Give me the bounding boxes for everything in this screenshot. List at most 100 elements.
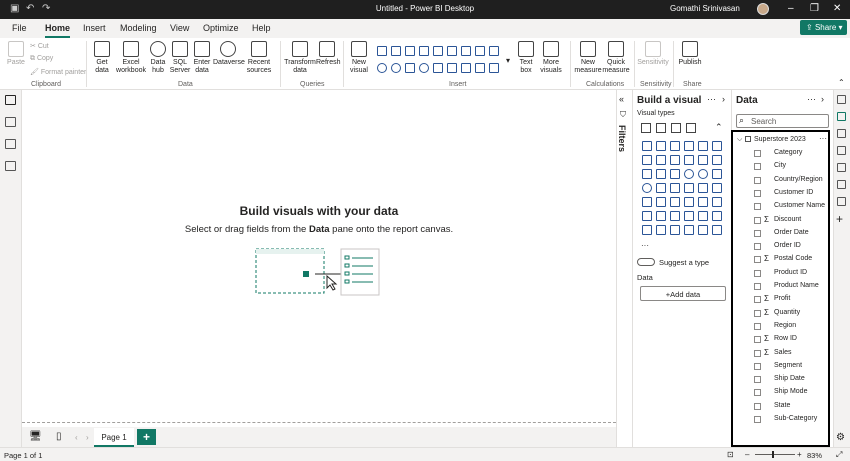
build-pane-icon[interactable] [837, 112, 846, 121]
paginated-icon[interactable] [642, 225, 652, 235]
clustered-column-icon[interactable] [684, 141, 694, 151]
waterfall-icon[interactable] [642, 169, 652, 179]
menu-insert[interactable]: Insert [83, 23, 106, 33]
line-column-icon[interactable] [684, 155, 694, 165]
power-automate-icon[interactable] [670, 225, 680, 235]
funnel-icon[interactable] [656, 169, 666, 179]
suggest-toggle[interactable] [637, 258, 655, 266]
line-chart-icon[interactable] [447, 46, 457, 56]
bookmarks-icon[interactable] [837, 163, 846, 172]
field-checkbox[interactable] [754, 256, 761, 264]
new-visual-button[interactable]: New visual [348, 41, 370, 75]
key-influencers-icon[interactable] [656, 211, 666, 221]
table-superstore-2023[interactable]: Superstore 2023 [754, 136, 806, 143]
table-visual-icon[interactable] [475, 63, 485, 73]
field-item[interactable]: Product Name [754, 281, 830, 294]
model-view-icon[interactable] [5, 139, 16, 149]
format-painter-button[interactable]: 🖌 Format painter [30, 68, 86, 76]
cut-button[interactable]: ✂ Cut [30, 42, 49, 50]
field-checkbox[interactable] [754, 296, 761, 304]
field-checkbox[interactable] [754, 176, 761, 184]
field-item[interactable]: Order ID [754, 241, 830, 254]
field-item[interactable]: Customer Name [754, 201, 830, 214]
more-types-icon[interactable] [712, 225, 722, 235]
recent-sources-button[interactable]: Recent sources [245, 41, 273, 75]
selection-icon[interactable] [837, 180, 846, 189]
field-checkbox[interactable] [754, 189, 761, 197]
zoom-in-icon[interactable]: + [797, 450, 802, 459]
menu-modeling[interactable]: Modeling [120, 23, 157, 33]
map-icon[interactable] [419, 63, 429, 73]
field-checkbox[interactable] [754, 283, 761, 290]
map-icon[interactable] [642, 183, 652, 193]
clustered-bar-icon[interactable] [670, 141, 680, 151]
expand-filters-icon[interactable]: « [619, 94, 624, 104]
field-item[interactable]: Σ Profit [754, 294, 830, 307]
python-visual-icon[interactable] [642, 211, 652, 221]
table-more-icon[interactable]: ··· [819, 134, 827, 143]
field-checkbox[interactable] [754, 362, 761, 370]
field-checkbox[interactable] [754, 322, 761, 330]
field-checkbox[interactable] [754, 163, 761, 171]
pie-chart-icon[interactable] [684, 169, 694, 179]
settings-icon[interactable]: ⚙ [836, 432, 845, 443]
collapse-ribbon-icon[interactable]: ⌃ [838, 78, 845, 87]
field-checkbox[interactable] [754, 376, 761, 384]
waterfall-icon[interactable] [489, 46, 499, 56]
ribbon-chart-icon[interactable] [475, 46, 485, 56]
field-checkbox[interactable] [754, 416, 761, 423]
field-item[interactable]: Sub-Category [754, 414, 830, 427]
treemap-icon[interactable] [712, 169, 722, 179]
add-data-button[interactable]: +Add data [640, 286, 726, 301]
paste-button[interactable]: Paste [6, 41, 26, 67]
mobile-layout-icon[interactable]: ▯ [56, 431, 62, 442]
clustered-bar-icon[interactable] [405, 46, 415, 56]
field-item[interactable]: Ship Date [754, 374, 830, 387]
get-more-visuals-icon[interactable]: ··· [641, 241, 649, 250]
sensitivity-button[interactable]: Sensitivity [637, 41, 669, 67]
field-item[interactable]: Customer ID [754, 188, 830, 201]
add-page-button[interactable]: + [137, 429, 156, 445]
table-type-icon[interactable] [686, 123, 696, 133]
arcgis-icon[interactable] [684, 225, 694, 235]
data-hub-button[interactable]: Data hub [148, 41, 168, 75]
field-checkbox[interactable] [754, 309, 761, 317]
line-stacked-column-icon[interactable] [698, 155, 708, 165]
field-checkbox[interactable] [754, 216, 761, 224]
field-item[interactable]: Σ Sales [754, 348, 830, 361]
filled-map-icon[interactable] [656, 183, 666, 193]
field-item[interactable]: Σ Quantity [754, 308, 830, 321]
report-view-icon[interactable] [5, 95, 16, 105]
field-checkbox[interactable] [754, 349, 761, 357]
transform-data-button[interactable]: Transform data [284, 41, 316, 75]
quick-measure-button[interactable]: Quick measure [602, 41, 630, 75]
r-visual-icon[interactable] [712, 197, 722, 207]
matrix-icon[interactable] [489, 63, 499, 73]
treemap-icon[interactable] [405, 63, 415, 73]
refresh-button[interactable]: Refresh [316, 41, 341, 67]
card-icon[interactable] [447, 63, 457, 73]
menu-help[interactable]: Help [252, 23, 271, 33]
100-bar-icon[interactable] [698, 141, 708, 151]
field-item[interactable]: Product ID [754, 268, 830, 281]
decomposition-tree-icon[interactable] [670, 211, 680, 221]
field-item[interactable]: City [754, 161, 830, 174]
dataverse-button[interactable]: Dataverse [213, 41, 245, 67]
format-pane-icon[interactable] [837, 129, 846, 138]
field-checkbox[interactable] [754, 402, 761, 410]
close-icon[interactable]: ✕ [833, 3, 841, 14]
gauge-icon[interactable] [698, 183, 708, 193]
dax-query-icon[interactable] [5, 161, 16, 171]
kpi-icon[interactable] [656, 197, 666, 207]
stacked-column-icon[interactable] [656, 141, 666, 151]
zoom-thumb[interactable] [771, 451, 774, 458]
zoom-out-icon[interactable]: – [745, 450, 749, 459]
field-checkbox[interactable] [754, 243, 761, 251]
enter-data-button[interactable]: Enter data [192, 41, 212, 75]
menu-optimize[interactable]: Optimize [203, 23, 239, 33]
more-options-icon[interactable]: ··· [807, 94, 816, 104]
scatter-icon[interactable] [670, 169, 680, 179]
slicer-icon[interactable] [670, 197, 680, 207]
clustered-column-icon[interactable] [419, 46, 429, 56]
minimize-icon[interactable]: – [788, 3, 794, 14]
